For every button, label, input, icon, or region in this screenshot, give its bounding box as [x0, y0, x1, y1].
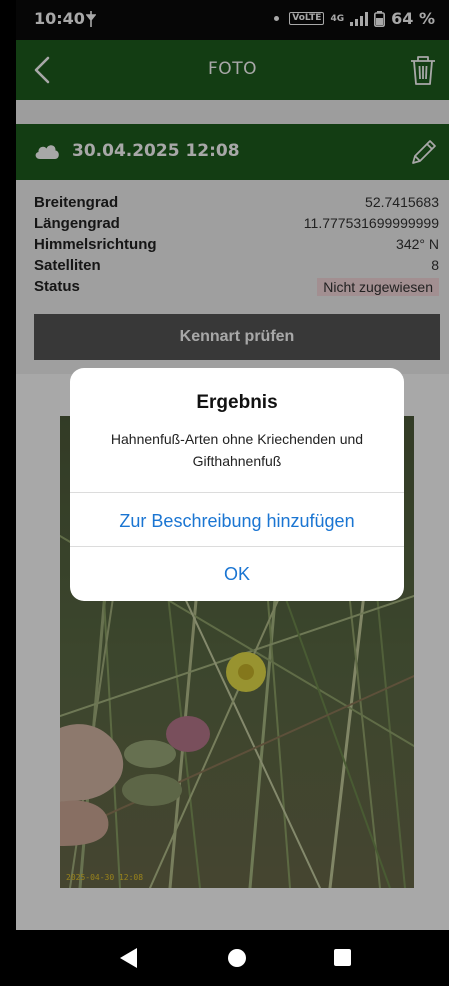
nav-back-icon[interactable]	[120, 948, 138, 968]
divider	[70, 492, 404, 493]
phone-screen: 10:40 VoLTE 4G 64 % FOTO 30.04.2025 12:0…	[16, 0, 449, 986]
nav-recent-apps-icon[interactable]	[334, 949, 351, 966]
divider	[70, 546, 404, 547]
add-to-description-button[interactable]: Zur Beschreibung hinzufügen	[70, 511, 404, 532]
dialog-message: Hahnenfuß-Arten ohne Kriechenden und Gif…	[110, 431, 364, 469]
navigation-bar	[16, 930, 449, 986]
nav-home-icon[interactable]	[228, 949, 246, 967]
ok-button[interactable]: OK	[70, 564, 404, 585]
dialog-title: Ergebnis	[196, 392, 278, 413]
result-dialog: Ergebnis Hahnenfuß-Arten ohne Kriechende…	[70, 368, 404, 601]
